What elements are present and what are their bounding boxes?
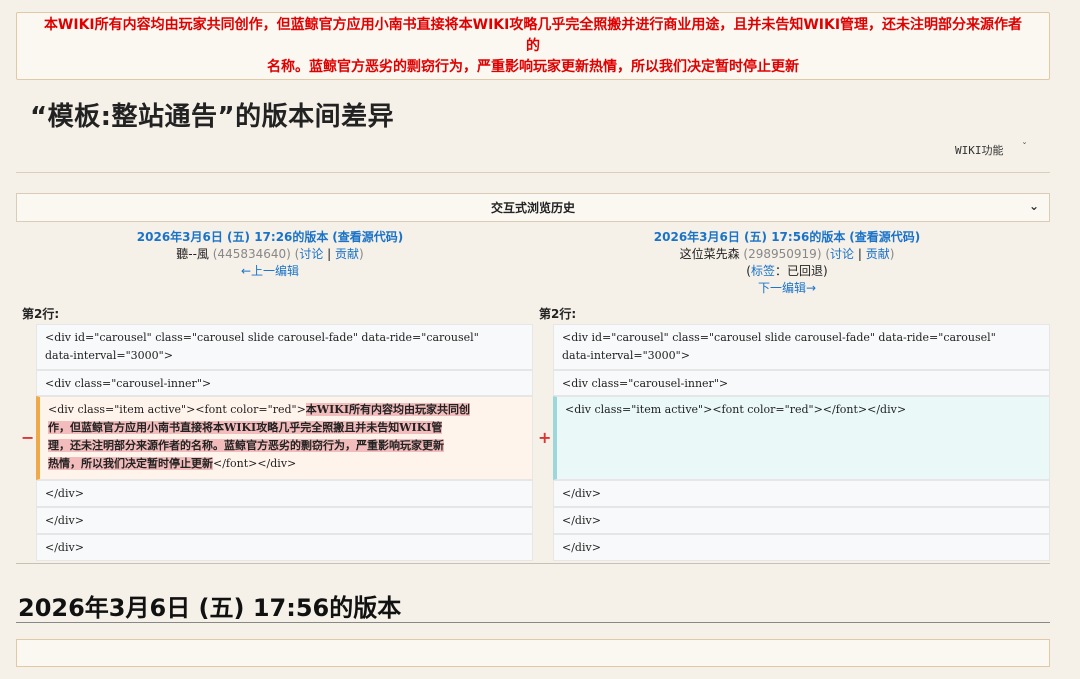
deleted-line-marker: − xyxy=(21,428,35,447)
right-contrib-link[interactable]: 贡献 xyxy=(866,247,890,261)
added-line-marker: + xyxy=(538,428,552,447)
version-title: 2026年3月6日 (五) 17:56的版本 xyxy=(18,594,402,622)
diff-context-line: </div> xyxy=(36,480,533,507)
next-edit-link[interactable]: 下一编辑→ xyxy=(758,281,816,295)
diff-context-line: </div> xyxy=(36,507,533,534)
notice-preview-box xyxy=(16,639,1050,667)
added-line: <div class="item active"><font color="re… xyxy=(553,396,1050,480)
diff-context-line: </div> xyxy=(553,507,1050,534)
notice-line-2: 名称。蓝鲸官方恶劣的剽窃行为，严重影响玩家更新热情，所以我们决定暂时停止更新 xyxy=(267,58,799,75)
site-notice: 本WIKI所有内容均由玩家共同创作，但蓝鲸官方应用小南书直接将本WIKI攻略几乎… xyxy=(16,12,1050,80)
left-contrib-link[interactable]: 贡献 xyxy=(335,247,359,261)
tag-value: 已回退 xyxy=(787,264,824,278)
diff-context-line: <div class="carousel-inner"> xyxy=(36,370,533,396)
diff-context-line: <div id="carousel" class="carousel slide… xyxy=(36,324,533,370)
wiki-functions-dropdown[interactable]: WIKI功能 ˇ xyxy=(955,142,1028,158)
right-view-source-link[interactable]: (查看源代码) xyxy=(849,230,920,244)
right-talk-link[interactable]: 讨论 xyxy=(830,247,854,261)
chevron-down-icon: ⌄ xyxy=(1028,199,1039,213)
right-line-label: 第2行: xyxy=(539,307,577,321)
left-view-source-link[interactable]: (查看源代码) xyxy=(332,230,403,244)
chevron-down-icon: ˇ xyxy=(1021,141,1028,153)
right-version-link[interactable]: 2026年3月6日 (五) 17:56的版本 xyxy=(654,230,846,244)
diff-context-line: <div class="carousel-inner"> xyxy=(553,370,1050,396)
left-version-link[interactable]: 2026年3月6日 (五) 17:26的版本 xyxy=(137,230,329,244)
prev-edit-link[interactable]: ←上一编辑 xyxy=(241,264,299,278)
diff-context-line: </div> xyxy=(553,480,1050,507)
diff-context-line: </div> xyxy=(36,534,533,561)
history-label: 交互式浏览历史 xyxy=(490,201,575,215)
version-title-underline xyxy=(16,622,1050,623)
left-user-id: (445834640) xyxy=(212,247,291,261)
left-talk-link[interactable]: 讨论 xyxy=(299,247,323,261)
tag-link[interactable]: 标签 xyxy=(751,264,775,278)
diff-divider xyxy=(16,563,1050,564)
left-line-label: 第2行: xyxy=(22,307,60,321)
right-user-link[interactable]: 这位菜先森 xyxy=(680,247,740,261)
wiki-functions-label: WIKI功能 xyxy=(955,144,1004,157)
right-revision-header: 2026年3月6日 (五) 17:56的版本 (查看源代码) 这位菜先森 (29… xyxy=(653,230,921,295)
right-user-id: (298950919) xyxy=(743,247,822,261)
deleted-line: <div class="item active"><font color="re… xyxy=(36,396,533,480)
interactive-history-bar[interactable]: 交互式浏览历史 ⌄ xyxy=(16,193,1050,222)
page-title: “模板:整站通告”的版本间差异 xyxy=(30,102,395,132)
left-user-link[interactable]: 聽--風 xyxy=(176,247,209,261)
diff-context-line: </div> xyxy=(553,534,1050,561)
diff-context-line: <div id="carousel" class="carousel slide… xyxy=(553,324,1050,370)
notice-line-1: 本WIKI所有内容均由玩家共同创作，但蓝鲸官方应用小南书直接将本WIKI攻略几乎… xyxy=(43,16,1023,54)
left-revision-header: 2026年3月6日 (五) 17:26的版本 (查看源代码) 聽--風 (445… xyxy=(136,230,404,278)
header-divider xyxy=(16,172,1050,173)
